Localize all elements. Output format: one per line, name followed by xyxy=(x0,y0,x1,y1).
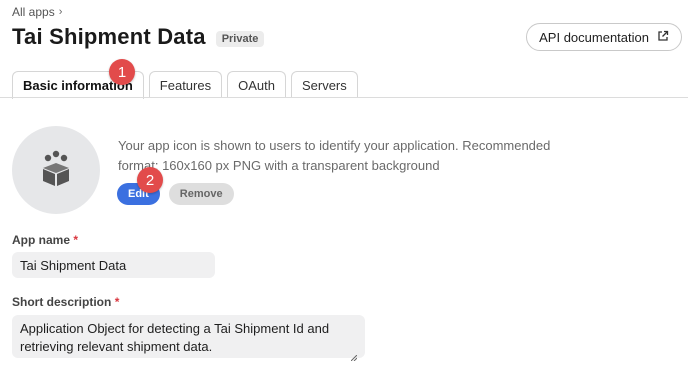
breadcrumb-all-apps[interactable]: All apps xyxy=(12,5,55,19)
step-marker-2: 2 xyxy=(137,167,163,193)
page-title: Tai Shipment Data xyxy=(12,24,206,49)
step-marker-1: 1 xyxy=(109,59,135,85)
app-name-input[interactable]: Tai Shipment Data xyxy=(12,252,215,278)
chevron-right-icon: › xyxy=(58,6,63,18)
required-mark: * xyxy=(73,233,79,247)
title-row: Tai Shipment Data Private xyxy=(12,24,265,50)
app-icon-placeholder xyxy=(12,126,100,214)
required-mark: * xyxy=(114,295,120,309)
cube-icon xyxy=(36,148,76,193)
tab-bar: Basic information Features OAuth Servers xyxy=(12,71,358,99)
api-documentation-button[interactable]: API documentation xyxy=(526,23,682,51)
tab-servers[interactable]: Servers xyxy=(290,71,358,98)
remove-icon-button[interactable]: Remove xyxy=(168,183,234,205)
short-description-value: Application Object for detecting a Tai S… xyxy=(20,321,330,354)
resize-handle-icon[interactable] xyxy=(350,348,358,362)
tab-features[interactable]: Features xyxy=(148,71,223,98)
short-description-textarea[interactable]: Application Object for detecting a Tai S… xyxy=(12,315,365,362)
app-name-label-text: App name xyxy=(12,233,71,247)
app-icon-actions: Edit Remove xyxy=(117,183,234,205)
app-name-label: App name * xyxy=(12,233,78,247)
app-icon-description: Your app icon is shown to users to ident… xyxy=(118,138,551,173)
visibility-badge: Private xyxy=(215,30,265,47)
short-description-label: Short description * xyxy=(12,295,119,309)
short-description-label-text: Short description xyxy=(12,295,112,309)
breadcrumb[interactable]: All apps › xyxy=(12,5,62,19)
tab-oauth[interactable]: OAuth xyxy=(227,71,286,98)
external-link-icon xyxy=(657,30,669,45)
tab-divider xyxy=(0,97,688,98)
api-documentation-label: API documentation xyxy=(539,29,649,45)
